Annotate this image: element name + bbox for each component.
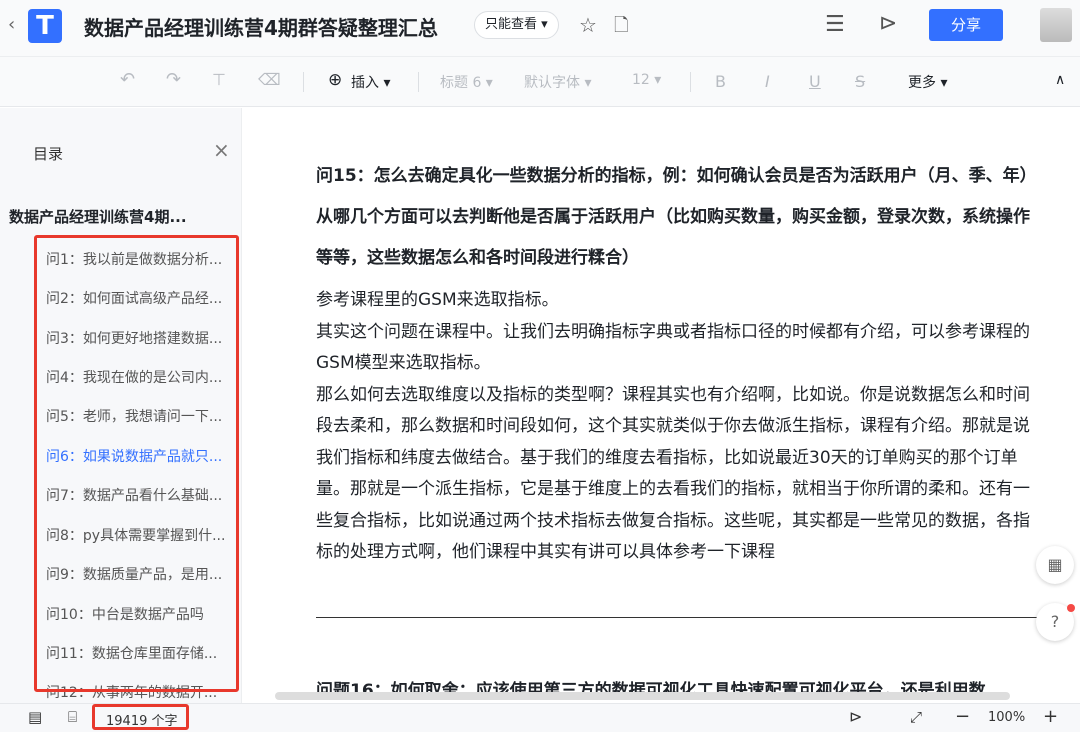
zoom-level: 100%: [988, 710, 1026, 725]
zoom-out-button[interactable]: −: [955, 706, 970, 727]
play-icon[interactable]: ⊳: [849, 707, 862, 726]
insert-button[interactable]: 插入 ▾: [351, 72, 390, 92]
document-body: 问15：怎么去确定具化一些数据分析的指标，例：如何确认会员是否为活跃用户（月、季…: [316, 108, 1046, 569]
paragraph: 那么如何去选取维度以及指标的类型啊？课程其实也有介绍啊，比如说。你是说数据怎么和…: [316, 384, 1030, 563]
italic-button[interactable]: I: [765, 72, 770, 91]
toolbar: ↶ ↷ ⊤ ⌫ ⊕ 插入 ▾ 标题 6 ▾ 默认字体 ▾ 12 ▾ B I U …: [0, 57, 1080, 107]
menu-icon[interactable]: ☰: [825, 12, 845, 37]
question-15-heading: 问15：怎么去确定具化一些数据分析的指标，例：如何确认会员是否为活跃用户（月、季…: [316, 166, 1037, 268]
undo-icon[interactable]: ↶: [120, 69, 135, 90]
outline-toggle-icon[interactable]: ▤: [28, 708, 42, 726]
document-title: 数据产品经理训练营4期群答疑整理汇总: [84, 16, 438, 40]
plus-circle-icon: ⊕: [328, 70, 343, 90]
permission-dropdown[interactable]: 只能查看 ▾: [474, 11, 559, 39]
redo-icon[interactable]: ↷: [166, 69, 181, 90]
top-bar: ‹ T 数据产品经理训练营4期群答疑整理汇总 只能查看 ▾ ☆ 🗋 ☰ ⊳ 分享: [0, 0, 1080, 57]
back-icon[interactable]: ‹: [8, 14, 15, 35]
collapse-toolbar-icon[interactable]: ∧: [1055, 72, 1065, 88]
highlight-box-word-count: [92, 704, 189, 730]
avatar[interactable]: [1040, 8, 1072, 42]
notification-dot: [1067, 604, 1075, 612]
strikethrough-button[interactable]: S: [855, 72, 865, 91]
more-button[interactable]: 更多 ▾: [908, 72, 947, 92]
outline-heading: 目录: [33, 145, 64, 163]
share-button[interactable]: 分享: [929, 9, 1003, 41]
fullscreen-icon[interactable]: ⤢: [910, 708, 922, 726]
app-logo: T: [28, 9, 62, 43]
paragraph: 参考课程里的GSM来选取指标。: [316, 290, 559, 310]
horizontal-scrollbar[interactable]: [275, 692, 1010, 700]
eraser-icon[interactable]: ⌫: [258, 70, 281, 89]
heading-dropdown[interactable]: 标题 6 ▾: [440, 72, 493, 92]
star-icon[interactable]: ☆: [579, 13, 597, 37]
qr-code-icon[interactable]: ▦: [1036, 546, 1074, 584]
underline-button[interactable]: U: [809, 72, 821, 91]
format-painter-icon[interactable]: ⊤: [212, 70, 226, 89]
outline-doc-title[interactable]: 数据产品经理训练营4期...: [9, 206, 187, 227]
page-layout-icon[interactable]: ⌸: [68, 708, 77, 726]
present-icon[interactable]: ⊳: [879, 11, 897, 36]
paragraph: 其实这个问题在课程中。让我们去明确指标字典或者指标口径的时候都有介绍，可以参考课…: [316, 321, 1030, 374]
font-dropdown[interactable]: 默认字体 ▾: [524, 72, 591, 92]
zoom-in-button[interactable]: +: [1043, 706, 1058, 727]
font-size-dropdown[interactable]: 12 ▾: [632, 72, 661, 88]
close-icon[interactable]: ×: [213, 138, 230, 162]
highlight-box-outline: [34, 235, 239, 692]
divider: [316, 617, 1046, 618]
new-doc-icon[interactable]: 🗋: [614, 13, 628, 43]
bold-button[interactable]: B: [715, 72, 726, 91]
